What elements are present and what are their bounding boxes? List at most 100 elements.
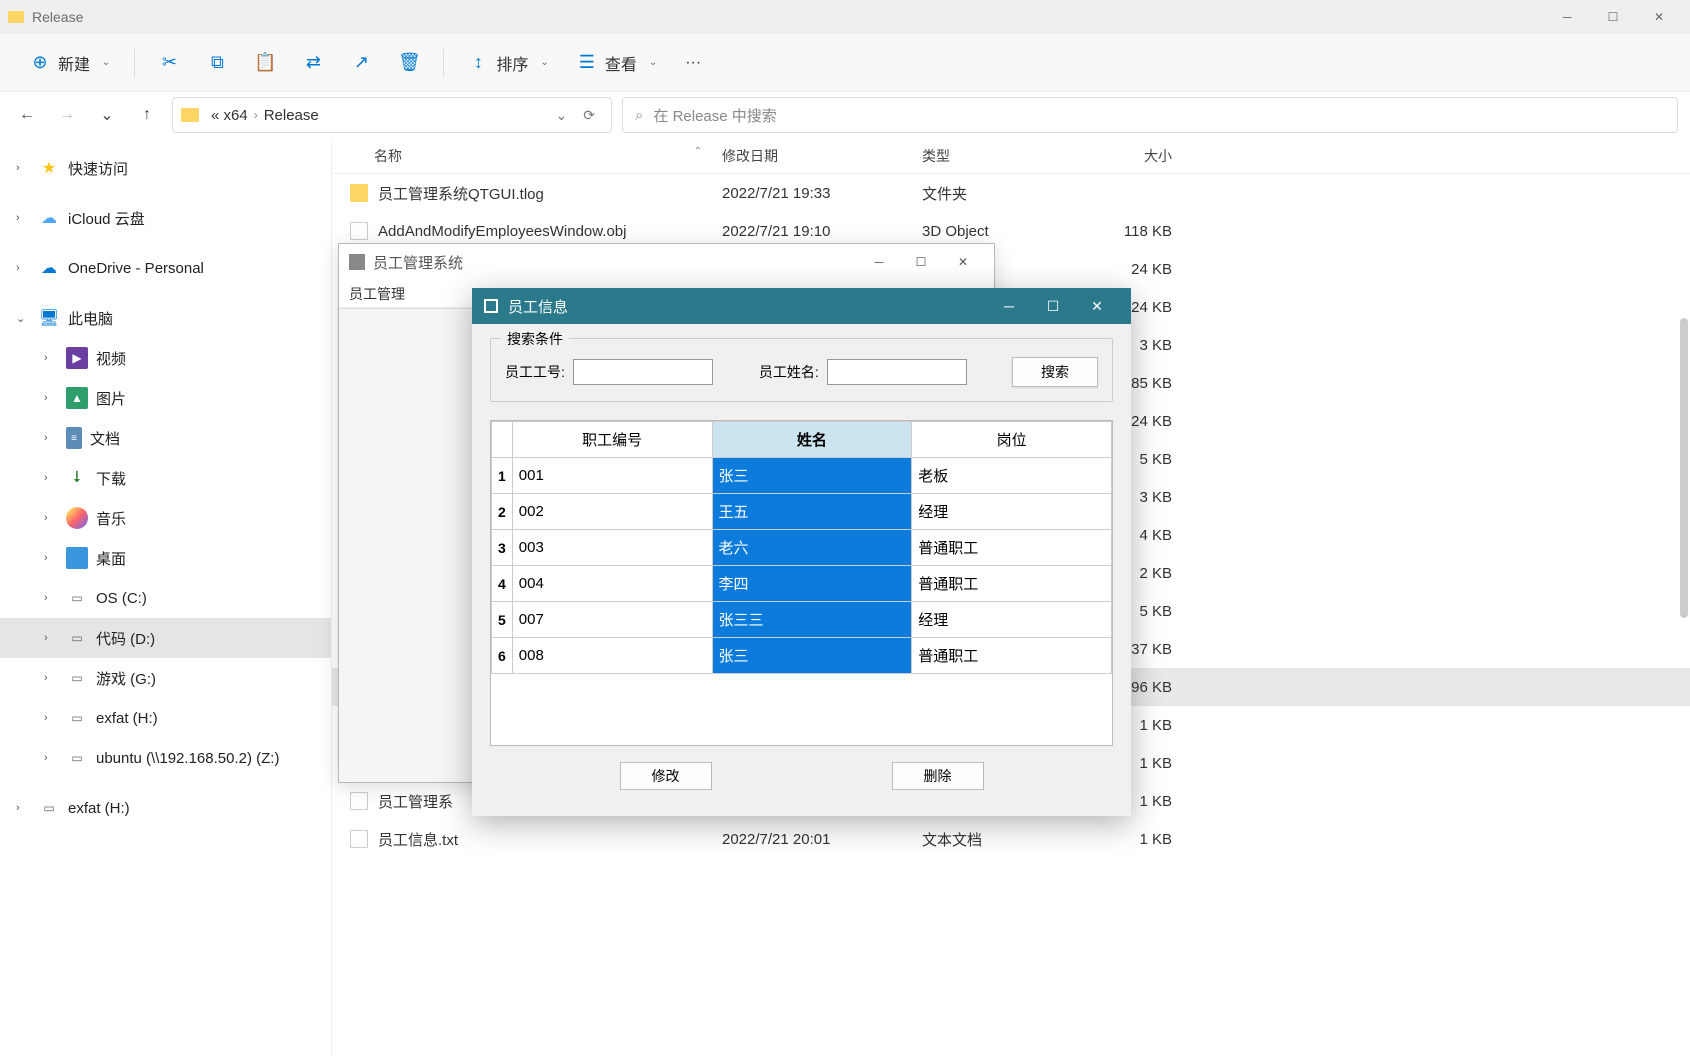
address-row: ← → ⌄ ↑ « x64 › Release ⌄ ⟳ ⌕ 在 Release … [0,92,1690,138]
close-button[interactable]: ✕ [1636,0,1682,34]
view-icon: ☰ [577,53,597,73]
download-icon: ⭣ [66,467,88,489]
refresh-icon[interactable]: ⟳ [575,107,603,124]
maximize-button[interactable]: ☐ [900,247,942,277]
col-employee-name[interactable]: 姓名 [712,422,912,458]
col-employee-id[interactable]: 职工编号 [512,422,712,458]
table-row[interactable]: 6008张三普通职工 [492,638,1112,674]
delete-button[interactable]: 删除 [892,762,984,790]
app-icon [349,254,365,270]
sidebar-item-exfat[interactable]: ›▭exfat (H:) [0,788,331,828]
forward-button[interactable]: → [52,100,82,130]
delete-button[interactable]: 🗑 [389,47,429,79]
up-button[interactable]: ↑ [132,100,162,130]
sidebar-item-desktop[interactable]: ›桌面 [0,538,331,578]
search-input[interactable]: ⌕ 在 Release 中搜索 [622,97,1678,133]
sidebar-item-icloud[interactable]: ›☁iCloud 云盘 [0,198,331,238]
search-icon: ⌕ [635,107,643,124]
col-size[interactable]: 大小 [1082,146,1192,166]
music-icon [66,507,88,529]
onedrive-icon: ☁ [38,257,60,279]
employee-table[interactable]: 职工编号 姓名 岗位 1001张三老板2002王五经理3003老六普通职工400… [490,420,1113,746]
table-row[interactable]: 2002王五经理 [492,494,1112,530]
sort-button[interactable]: ↕ 排序 ⌄ [458,45,558,81]
app-icon [484,299,498,313]
employee-name-input[interactable] [827,359,967,385]
drive-icon: ▭ [66,707,88,729]
col-name[interactable]: 名称⌃ [332,146,722,166]
minimize-button[interactable]: ─ [858,247,900,277]
col-employee-post[interactable]: 岗位 [912,422,1112,458]
file-icon [350,792,368,810]
address-bar[interactable]: « x64 › Release ⌄ ⟳ [172,97,612,133]
picture-icon: ▲ [66,387,88,409]
document-icon: ≡ [66,427,82,449]
sidebar-item-thispc[interactable]: ⌄🖥此电脑 [0,298,331,338]
sidebar: ›★快速访问 ›☁iCloud 云盘 ›☁OneDrive - Personal… [0,138,332,1056]
modify-button[interactable]: 修改 [620,762,712,790]
sidebar-item-drive-c[interactable]: ›▭OS (C:) [0,578,331,618]
sidebar-item-pictures[interactable]: ›▲图片 [0,378,331,418]
paste-icon: 📋 [255,53,275,73]
sidebar-item-quick[interactable]: ›★快速访问 [0,148,331,188]
dialog-employee-info: 员工信息 ─ ☐ ✕ 搜索条件 员工工号: 员工姓名: 搜索 职工编号 [472,288,1131,816]
file-row[interactable]: 员工管理系统QTGUI.tlog2022/7/21 19:33文件夹 [332,174,1690,212]
drive-icon: ▭ [66,587,88,609]
table-row[interactable]: 4004李四普通职工 [492,566,1112,602]
scrollbar[interactable] [1680,318,1688,618]
paste-button[interactable]: 📋 [245,47,285,79]
drive-icon: ▭ [38,797,60,819]
cut-icon: ✂ [159,53,179,73]
sidebar-item-onedrive[interactable]: ›☁OneDrive - Personal [0,248,331,288]
maximize-button[interactable]: ☐ [1590,0,1636,34]
search-button[interactable]: 搜索 [1012,357,1098,387]
file-row[interactable]: 员工信息.txt2022/7/21 20:01文本文档1 KB [332,820,1690,858]
sidebar-item-downloads[interactable]: ›⭣下载 [0,458,331,498]
drive-icon: ▭ [66,667,88,689]
dialog1-titlebar: 员工管理系统 ─ ☐ ✕ [339,244,994,280]
desktop-icon [66,547,88,569]
file-icon [350,184,368,202]
minimize-button[interactable]: ─ [987,288,1031,324]
more-button[interactable]: ··· [675,48,711,78]
sidebar-item-video[interactable]: ›▶视频 [0,338,331,378]
toolbar: ⊕ 新建 ⌄ ✂ ⧉ 📋 ⇄ ↗ 🗑 ↕ 排序 ⌄ ☰ 查看 ⌄ ··· [0,34,1690,92]
more-icon: ··· [685,54,701,72]
close-button[interactable]: ✕ [942,247,984,277]
col-type[interactable]: 类型 [922,146,1082,166]
employee-id-input[interactable] [573,359,713,385]
sidebar-item-drive-h[interactable]: ›▭exfat (H:) [0,698,331,738]
table-row[interactable]: 3003老六普通职工 [492,530,1112,566]
dropdown-icon[interactable]: ⌄ [548,107,576,124]
titlebar: Release ─ ☐ ✕ [0,0,1690,34]
maximize-button[interactable]: ☐ [1031,288,1075,324]
sort-asc-icon: ⌃ [694,146,702,157]
minimize-button[interactable]: ─ [1544,0,1590,34]
breadcrumb[interactable]: Release [260,107,323,124]
copy-button[interactable]: ⧉ [197,47,237,79]
view-button[interactable]: ☰ 查看 ⌄ [567,45,667,81]
employee-name-label: 员工姓名: [759,362,819,382]
trash-icon: 🗑 [399,53,419,73]
recent-button[interactable]: ⌄ [92,100,122,130]
breadcrumb[interactable]: « x64 [207,107,252,124]
sidebar-item-drive-z[interactable]: ›▭ubuntu (\\192.168.50.2) (Z:) [0,738,331,778]
share-button[interactable]: ↗ [341,47,381,79]
new-button[interactable]: ⊕ 新建 ⌄ [20,45,120,81]
sidebar-item-music[interactable]: ›音乐 [0,498,331,538]
sidebar-item-drive-g[interactable]: ›▭游戏 (G:) [0,658,331,698]
pc-icon: 🖥 [38,307,60,329]
corner-cell [492,422,513,458]
rename-button[interactable]: ⇄ [293,47,333,79]
table-row[interactable]: 1001张三老板 [492,458,1112,494]
sort-icon: ↕ [468,53,488,73]
sidebar-item-documents[interactable]: ›≡文档 [0,418,331,458]
folder-icon [181,108,199,122]
file-icon [350,830,368,848]
cut-button[interactable]: ✂ [149,47,189,79]
close-button[interactable]: ✕ [1075,288,1119,324]
back-button[interactable]: ← [12,100,42,130]
col-date[interactable]: 修改日期 [722,146,922,166]
table-row[interactable]: 5007张三三经理 [492,602,1112,638]
sidebar-item-drive-d[interactable]: ›▭代码 (D:) [0,618,331,658]
